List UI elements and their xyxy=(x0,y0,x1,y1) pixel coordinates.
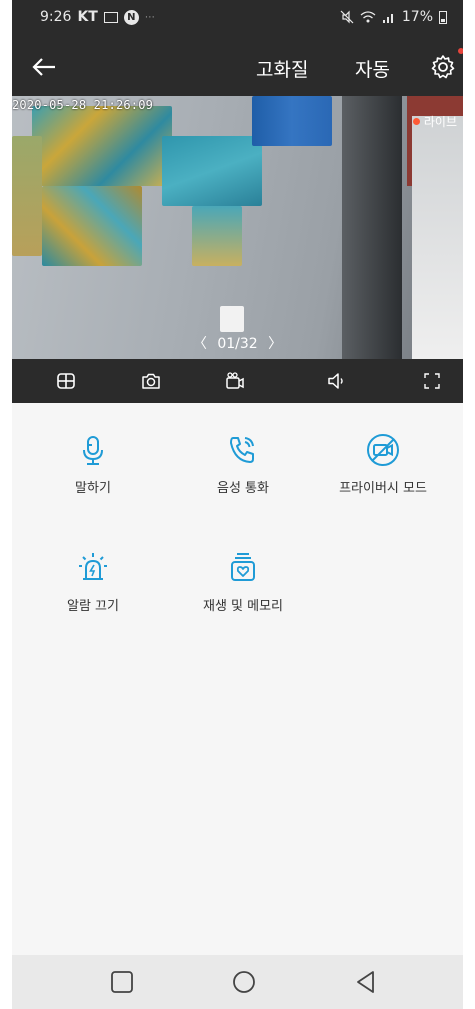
privacy-mode-label: 프라이버시 모드 xyxy=(339,481,427,496)
playback-memory-button[interactable]: 재생 및 메모리 xyxy=(168,550,318,614)
battery-percent: 17% xyxy=(401,9,433,25)
status-right: 17% xyxy=(340,9,447,25)
battery-icon xyxy=(439,10,447,24)
signal-icon xyxy=(382,14,393,23)
alarm-off-label: 알람 끄기 xyxy=(67,599,119,614)
video-shelf xyxy=(12,136,42,256)
pager-prev-button[interactable]: 〈 xyxy=(193,336,207,352)
mute-icon xyxy=(340,10,354,24)
live-badge: 라이브 xyxy=(412,113,457,130)
privacy-mode-button[interactable]: 프라이버시 모드 xyxy=(308,432,458,496)
camera-pager: 〈 01/32 〉 xyxy=(12,333,463,353)
status-left: 9:26 KT N ⋯ xyxy=(40,9,155,25)
more-notifications-icon: ⋯ xyxy=(144,11,155,23)
status-carrier: KT xyxy=(77,9,98,25)
video-timestamp: 2020-05-28 21:26:09 xyxy=(12,98,154,112)
live-label: 라이브 xyxy=(423,115,457,129)
video-shelf xyxy=(32,106,172,186)
pager-next-button[interactable]: 〉 xyxy=(268,336,282,352)
recent-apps-icon[interactable] xyxy=(109,969,135,995)
snapshot-camera-icon[interactable] xyxy=(139,369,163,393)
siren-icon xyxy=(79,553,107,580)
settings-gear-icon[interactable] xyxy=(430,54,456,80)
video-floor-item xyxy=(220,306,244,332)
notification-n-icon: N xyxy=(123,9,139,25)
phone-screen: 9:26 KT N ⋯ 17% 고화질 자동 2020-05-28 21:26:… xyxy=(12,0,463,1009)
fullscreen-icon[interactable] xyxy=(420,369,444,393)
video-toolbar xyxy=(12,359,463,403)
record-video-icon[interactable] xyxy=(223,369,247,393)
voice-call-button[interactable]: 음성 통화 xyxy=(168,432,318,496)
alarm-off-button[interactable]: 알람 끄기 xyxy=(18,550,168,614)
video-shelf xyxy=(192,206,242,266)
voice-call-label: 음성 통화 xyxy=(217,481,269,496)
auto-button[interactable]: 자동 xyxy=(355,55,390,82)
video-window xyxy=(412,116,463,359)
microphone-icon xyxy=(83,436,103,465)
video-shelf xyxy=(252,96,332,146)
app-header: 고화질 자동 xyxy=(12,38,463,96)
phone-call-icon xyxy=(230,437,254,463)
talk-label: 말하기 xyxy=(75,481,111,496)
speaker-volume-icon[interactable] xyxy=(325,369,349,393)
quality-button[interactable]: 고화질 xyxy=(256,55,308,82)
live-indicator-dot xyxy=(412,118,420,125)
video-shelf xyxy=(42,186,142,266)
status-time: 9:26 xyxy=(40,9,72,25)
video-shelf xyxy=(162,136,262,206)
playback-memory-icon xyxy=(231,553,255,581)
back-triangle-icon[interactable] xyxy=(353,969,379,995)
pager-current: 01/32 xyxy=(217,336,258,352)
playback-memory-label: 재생 및 메모리 xyxy=(202,599,284,614)
video-pillar xyxy=(342,96,402,359)
home-circle-icon[interactable] xyxy=(231,969,257,995)
talk-button[interactable]: 말하기 xyxy=(18,432,168,496)
settings-notification-dot xyxy=(458,48,463,54)
live-video-view[interactable]: 2020-05-28 21:26:09 라이브 〈 01/32 〉 xyxy=(12,96,463,359)
camera-off-icon xyxy=(367,434,399,466)
wifi-icon xyxy=(360,11,376,23)
back-arrow-icon[interactable] xyxy=(28,51,60,83)
system-nav-bar xyxy=(12,955,463,1009)
status-bar: 9:26 KT N ⋯ 17% xyxy=(12,0,463,38)
mail-icon xyxy=(103,11,118,23)
grid-layout-icon[interactable] xyxy=(54,369,78,393)
